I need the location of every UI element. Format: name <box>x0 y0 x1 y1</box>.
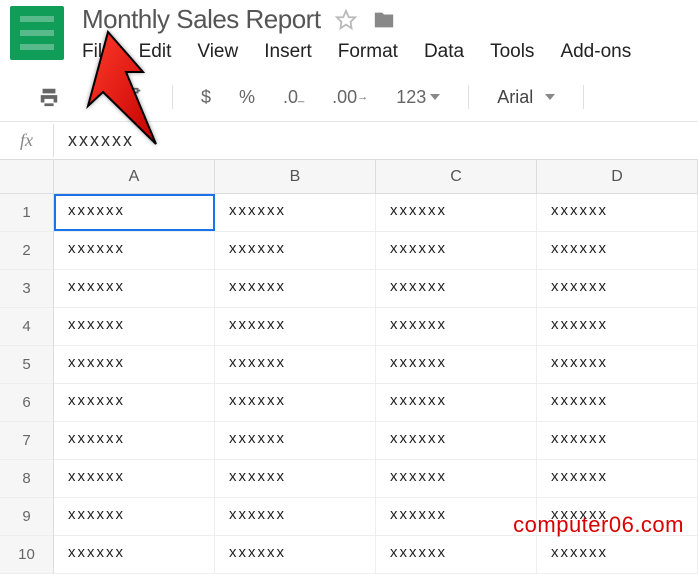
cell[interactable]: xxxxxx <box>54 422 215 459</box>
cell[interactable]: xxxxxx <box>215 346 376 383</box>
menu-view[interactable]: View <box>197 41 238 63</box>
cell[interactable]: xxxxxx <box>215 232 376 269</box>
separator <box>172 85 173 109</box>
cell[interactable]: xxxxxx <box>537 308 698 345</box>
sheets-logo[interactable] <box>10 6 64 60</box>
paint-format-icon[interactable] <box>122 86 144 108</box>
cell[interactable]: xxxxxx <box>537 384 698 421</box>
menu-format[interactable]: Format <box>338 41 398 63</box>
chevron-down-icon <box>430 94 440 100</box>
cell[interactable]: xxxxxx <box>215 536 376 573</box>
cell[interactable]: xxxxxx <box>215 270 376 307</box>
decrease-decimal-button[interactable]: .0_ <box>283 87 304 108</box>
table-row: xxxxxxxxxxxxxxxxxxxxxxxx <box>54 422 698 460</box>
cell[interactable]: xxxxxx <box>215 384 376 421</box>
cell[interactable]: xxxxxx <box>54 384 215 421</box>
table-row: xxxxxxxxxxxxxxxxxxxxxxxx <box>54 232 698 270</box>
row-header[interactable]: 1 <box>0 194 53 232</box>
menu-edit[interactable]: Edit <box>139 41 172 63</box>
cell[interactable]: xxxxxx <box>54 498 215 535</box>
cell[interactable]: xxxxxx <box>537 270 698 307</box>
menu-tools[interactable]: Tools <box>490 41 534 63</box>
table-row: xxxxxxxxxxxxxxxxxxxxxxxx <box>54 384 698 422</box>
increase-decimal-button[interactable]: .00→ <box>332 87 368 108</box>
table-row: xxxxxxxxxxxxxxxxxxxxxxxx <box>54 536 698 574</box>
column-header[interactable]: A <box>54 160 215 194</box>
star-icon[interactable] <box>335 9 357 31</box>
cell[interactable]: xxxxxx <box>537 422 698 459</box>
cell[interactable]: xxxxxx <box>215 308 376 345</box>
column-header[interactable]: D <box>537 160 698 194</box>
cell[interactable]: xxxxxx <box>215 498 376 535</box>
row-header[interactable]: 3 <box>0 270 53 308</box>
cell[interactable]: xxxxxx <box>537 194 698 231</box>
table-row: xxxxxxxxxxxxxxxxxxxxxxxx <box>54 308 698 346</box>
separator <box>583 85 584 109</box>
separator <box>468 85 469 109</box>
cell[interactable]: xxxxxx <box>376 194 537 231</box>
cell[interactable]: xxxxxx <box>54 460 215 497</box>
cell[interactable]: xxxxxx <box>537 536 698 573</box>
row-header[interactable]: 8 <box>0 460 53 498</box>
print-icon[interactable] <box>38 86 60 108</box>
table-row: xxxxxxxxxxxxxxxxxxxxxxxx <box>54 460 698 498</box>
cell[interactable]: xxxxxx <box>215 422 376 459</box>
cell[interactable]: xxxxxx <box>215 460 376 497</box>
menu-addons[interactable]: Add-ons <box>560 41 631 63</box>
row-header[interactable]: 7 <box>0 422 53 460</box>
more-formats-button[interactable]: 123 <box>396 87 440 108</box>
column-header[interactable]: B <box>215 160 376 194</box>
cell[interactable]: xxxxxx <box>376 308 537 345</box>
cell[interactable]: xxxxxx <box>54 308 215 345</box>
table-row: xxxxxxxxxxxxxxxxxxxxxxxx <box>54 194 698 232</box>
cell[interactable]: xxxxxx <box>376 384 537 421</box>
percent-button[interactable]: % <box>239 87 255 108</box>
chevron-down-icon <box>545 94 555 100</box>
table-row: xxxxxxxxxxxxxxxxxxxxxxxx <box>54 346 698 384</box>
cell[interactable]: xxxxxx <box>54 194 215 231</box>
row-header[interactable]: 6 <box>0 384 53 422</box>
fx-label: fx <box>0 124 54 157</box>
row-header[interactable]: 4 <box>0 308 53 346</box>
cell[interactable]: xxxxxx <box>376 270 537 307</box>
column-header[interactable]: C <box>376 160 537 194</box>
row-header[interactable]: 9 <box>0 498 53 536</box>
cell[interactable]: xxxxxx <box>376 346 537 383</box>
formula-bar: fx xxxxxx <box>0 122 698 160</box>
cell[interactable]: xxxxxx <box>54 232 215 269</box>
cell[interactable]: xxxxxx <box>215 194 376 231</box>
cell[interactable]: xxxxxx <box>54 270 215 307</box>
menu-bar: File Edit View Insert Format Data Tools … <box>82 41 688 73</box>
cell[interactable]: xxxxxx <box>376 422 537 459</box>
cell[interactable]: xxxxxx <box>54 536 215 573</box>
cell[interactable]: xxxxxx <box>537 346 698 383</box>
font-select[interactable]: Arial <box>497 87 555 108</box>
cell[interactable]: xxxxxx <box>54 346 215 383</box>
menu-file[interactable]: File <box>82 41 113 63</box>
row-header[interactable]: 10 <box>0 536 53 574</box>
currency-button[interactable]: $ <box>201 87 211 108</box>
cell[interactable]: xxxxxx <box>376 460 537 497</box>
cell[interactable]: xxxxxx <box>376 536 537 573</box>
row-header[interactable]: 2 <box>0 232 53 270</box>
formula-input[interactable]: xxxxxx <box>54 124 148 157</box>
watermark: computer06.com <box>513 512 684 538</box>
table-row: xxxxxxxxxxxxxxxxxxxxxxxx <box>54 270 698 308</box>
cell[interactable]: xxxxxx <box>537 460 698 497</box>
menu-insert[interactable]: Insert <box>264 41 312 63</box>
menu-data[interactable]: Data <box>424 41 464 63</box>
folder-icon[interactable] <box>371 9 397 31</box>
document-title[interactable]: Monthly Sales Report <box>82 4 321 35</box>
toolbar: · $ % .0_ .00→ 123 Arial <box>0 73 698 122</box>
row-header[interactable]: 5 <box>0 346 53 384</box>
cell[interactable]: xxxxxx <box>537 232 698 269</box>
cell[interactable]: xxxxxx <box>376 232 537 269</box>
select-all-corner[interactable] <box>0 160 53 194</box>
